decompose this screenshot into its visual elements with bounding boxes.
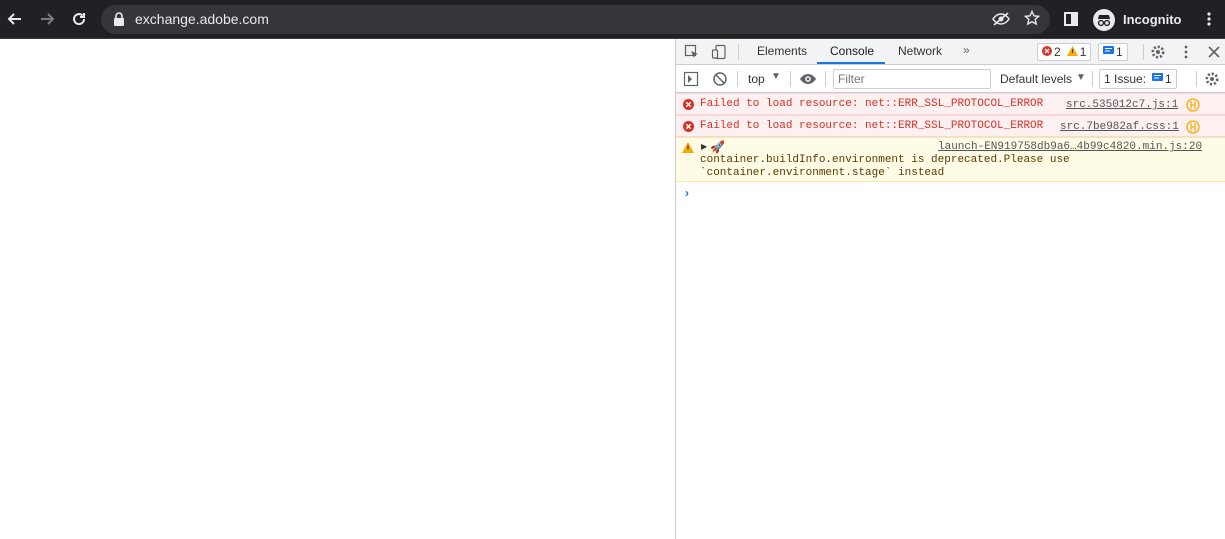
source-link[interactable]: launch-EN919758db9a6…4b99c4820.min.js:20 [938,141,1202,153]
active-tab-indicator [817,62,885,64]
devtools-panel: Elements Console Network » 2 1 1 top ▼ F… [675,39,1225,539]
clear-console-icon[interactable] [712,71,728,92]
filter-input[interactable] [833,69,991,89]
tab-console[interactable]: Console [830,44,874,58]
bookmark-star-icon[interactable] [1023,9,1041,31]
message-text-line-2: `container.environment.stage` instead [700,167,945,179]
error-count: 2 [1054,45,1061,59]
divider [737,71,738,87]
divider [790,71,791,87]
console-settings-gear-icon[interactable] [1204,71,1220,92]
chevron-down-icon[interactable]: ▼ [1076,72,1086,83]
browser-menu-icon[interactable] [1196,6,1222,32]
divider [738,44,739,60]
settings-gear-icon[interactable] [1150,44,1166,65]
source-link[interactable]: src.535012c7.js:1 [1066,99,1178,111]
issues-label: 1 Issue: [1104,72,1147,86]
divider [1143,44,1144,60]
reload-icon[interactable] [66,6,92,32]
lock-icon[interactable] [113,12,125,31]
tab-elements[interactable]: Elements [757,44,807,58]
tab-network[interactable]: Network [898,44,942,58]
message-text: Failed to load resource: net::ERR_SSL_PR… [700,120,1044,132]
chevron-down-icon[interactable]: ▼ [771,71,781,82]
live-expression-eye-icon[interactable] [799,71,817,92]
expand-triangle-icon[interactable]: ▶ [701,142,707,152]
console-input-area[interactable] [698,183,1218,201]
rocket-icon: 🚀 [710,141,725,155]
issues-button[interactable]: 1 Issue: 1 [1099,69,1177,89]
back-icon[interactable] [2,6,28,32]
network-request-icon[interactable] [1186,120,1200,138]
more-tabs-icon[interactable]: » [963,43,970,57]
divider [1092,71,1093,87]
browser-toolbar: exchange.adobe.com Incognito [0,0,1225,39]
device-toolbar-icon[interactable] [711,44,727,65]
console-message-warning[interactable]: ▶ 🚀 launch-EN919758db9a6…4b99c4820.min.j… [676,137,1225,182]
issue-message-icon [1103,45,1114,59]
incognito-label: Incognito [1123,12,1182,27]
message-text-line-1: container.buildInfo.environment is depre… [700,154,1070,166]
inspect-element-icon[interactable] [684,44,700,65]
devtools-tab-bar: Elements Console Network » 2 1 1 [676,39,1225,65]
incognito-profile-button[interactable]: Incognito [1090,6,1188,33]
issues-count: 1 [1165,72,1172,86]
side-panel-icon[interactable] [1058,6,1084,32]
error-icon [683,99,694,114]
address-bar[interactable]: exchange.adobe.com [101,5,1050,34]
console-message-error[interactable]: Failed to load resource: net::ERR_SSL_PR… [676,93,1225,115]
incognito-icon [1093,8,1115,31]
error-warning-counter[interactable]: 2 1 [1037,43,1092,61]
context-select[interactable]: top [748,72,765,86]
issue-message-icon [1152,72,1164,86]
console-prompt-chevron-icon[interactable]: › [685,186,689,200]
sidebar-toggle-icon[interactable] [683,71,699,92]
error-icon [683,121,694,136]
error-icon [1042,45,1052,59]
warning-icon [1066,45,1078,59]
warning-count: 1 [1079,45,1087,59]
forward-icon[interactable] [34,6,60,32]
message-text: Failed to load resource: net::ERR_SSL_PR… [700,98,1044,110]
page-content [0,39,675,539]
warning-icon [682,142,694,157]
tracking-blocked-icon[interactable] [992,11,1010,32]
console-message-error[interactable]: Failed to load resource: net::ERR_SSL_PR… [676,115,1225,137]
log-levels-select[interactable]: Default levels [1000,72,1072,86]
url-text[interactable]: exchange.adobe.com [135,11,269,27]
devtools-menu-icon[interactable] [1178,44,1194,65]
source-link[interactable]: src.7be982af.css:1 [1060,121,1179,133]
network-request-icon[interactable] [1186,98,1200,116]
divider [1196,71,1197,87]
issues-counter[interactable]: 1 [1098,43,1128,61]
divider [825,71,826,87]
close-icon[interactable] [1206,44,1222,65]
issue-count: 1 [1116,45,1123,59]
console-toolbar: top ▼ Default levels ▼ 1 Issue: 1 [676,66,1225,93]
